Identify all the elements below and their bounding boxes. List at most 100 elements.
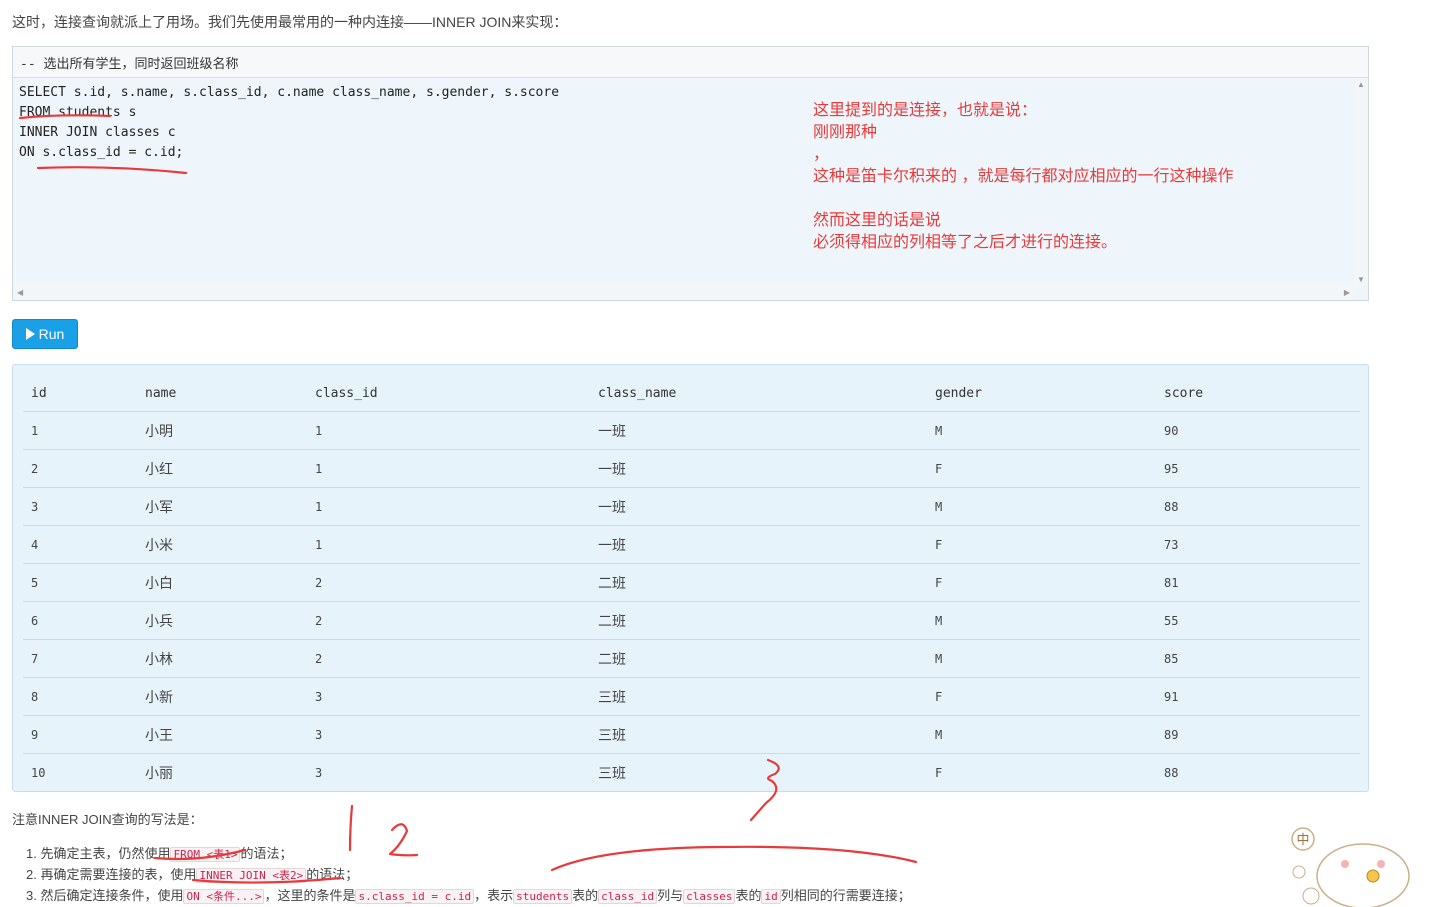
table-cell-name: 小丽 <box>137 753 307 792</box>
scroll-left-icon[interactable]: ◀ <box>17 288 23 297</box>
table-cell-id: 10 <box>23 753 137 792</box>
code-line: FROM students s <box>19 105 137 120</box>
list-text: 列与 <box>657 888 684 903</box>
scroll-down-icon[interactable]: ▼ <box>1357 275 1365 284</box>
table-cell-class_id: 2 <box>307 601 590 640</box>
table-cell-id: 8 <box>23 677 137 716</box>
code-line: INNER JOIN classes c <box>19 125 176 140</box>
list-text: 再确定需要连接的表，使用 <box>40 867 197 882</box>
run-button[interactable]: Run <box>12 319 78 349</box>
scroll-right-icon[interactable]: ▶ <box>1344 288 1350 297</box>
list-text: ，这里的条件是 <box>264 888 356 903</box>
table-cell-class_id: 2 <box>307 563 590 602</box>
table-row: 7 小林 2 二班 M 85 <box>23 639 1360 678</box>
inline-code: FROM <表1> <box>170 847 241 862</box>
code-area[interactable]: SELECT s.id, s.name, s.class_id, c.name … <box>19 83 559 163</box>
scroll-up-icon[interactable]: ▲ <box>1357 80 1365 89</box>
table-cell-class_name: 一班 <box>590 411 927 450</box>
run-button-label: Run <box>38 326 65 342</box>
table-cell-gender: M <box>927 487 1156 526</box>
table-cell-gender: F <box>927 677 1156 716</box>
inline-code: students <box>513 889 573 904</box>
table-cell-gender: F <box>927 563 1156 602</box>
list-text: 列相同的行需要连接； <box>780 888 911 903</box>
table-cell-id: 6 <box>23 601 137 640</box>
list-text: 表的 <box>572 888 599 903</box>
table-cell-gender: M <box>927 411 1156 450</box>
list-item: 3. 然后确定连接条件，使用 ON <条件...> ，这里的条件是 s.class_i… <box>26 885 911 906</box>
table-cell-class_name: 二班 <box>590 639 927 678</box>
table-row: 3 小军 1 一班 M 88 <box>23 487 1360 526</box>
list-text: 的语法； <box>240 846 293 861</box>
list-number: 3. <box>26 888 37 903</box>
table-cell-class_id: 3 <box>307 715 590 754</box>
vertical-scrollbar[interactable]: ▲ ▼ <box>1354 78 1368 286</box>
table-cell-gender: F <box>927 449 1156 488</box>
table-cell-class_id: 3 <box>307 753 590 792</box>
mascot-body <box>1316 843 1410 907</box>
lucky-cat-mascot[interactable]: 中 <box>1285 824 1415 907</box>
result-panel: id name class_id class_name gender score… <box>12 364 1369 792</box>
table-cell-class_name: 三班 <box>590 753 927 792</box>
table-cell-score: 91 <box>1156 677 1360 716</box>
table-cell-score: 89 <box>1156 715 1360 754</box>
table-cell-score: 88 <box>1156 753 1360 792</box>
table-cell-name: 小兵 <box>137 601 307 640</box>
table-cell-class_name: 二班 <box>590 601 927 640</box>
intro-paragraph: 这时，连接查询就派上了用场。我们先使用最常用的一种内连接——INNER JOIN… <box>12 14 568 30</box>
annotation-line: 然而这里的话是说 <box>813 212 942 229</box>
table-cell-id: 1 <box>23 411 137 450</box>
table-cell-name: 小红 <box>137 449 307 488</box>
column-header: id <box>23 375 137 412</box>
mascot-cheek-icon <box>1377 860 1385 868</box>
table-cell-id: 4 <box>23 525 137 564</box>
table-cell-class_name: 三班 <box>590 715 927 754</box>
table-row: 5 小白 2 二班 F 81 <box>23 563 1360 602</box>
table-cell-class_id: 2 <box>307 639 590 678</box>
table-cell-name: 小白 <box>137 563 307 602</box>
table-cell-class_id: 1 <box>307 449 590 488</box>
table-row: 2 小红 1 一班 F 95 <box>23 449 1360 488</box>
table-cell-name: 小新 <box>137 677 307 716</box>
table-cell-name: 小军 <box>137 487 307 526</box>
column-header: score <box>1156 375 1360 412</box>
table-row: 6 小兵 2 二班 M 55 <box>23 601 1360 640</box>
table-cell-class_name: 一班 <box>590 487 927 526</box>
table-cell-class_name: 二班 <box>590 563 927 602</box>
table-row: 10 小丽 3 三班 F 88 <box>23 753 1360 792</box>
annotation-line: 刚刚那种 <box>813 124 878 141</box>
annotation-line <box>813 188 1233 210</box>
result-table: id name class_id class_name gender score… <box>23 375 1360 792</box>
table-cell-name: 小王 <box>137 715 307 754</box>
table-cell-score: 55 <box>1156 601 1360 640</box>
table-cell-name: 小明 <box>137 411 307 450</box>
annotation-line: 必须得相应的列相等了之后才进行的连接。 <box>813 234 1118 251</box>
list-text: 表的 <box>735 888 762 903</box>
list-text: 的语法； <box>306 867 359 882</box>
table-cell-class_id: 3 <box>307 677 590 716</box>
table-cell-score: 90 <box>1156 411 1360 450</box>
table-row: 4 小米 1 一班 F 73 <box>23 525 1360 564</box>
mascot-flower-icon <box>1292 865 1306 879</box>
table-row: 8 小新 3 三班 F 91 <box>23 677 1360 716</box>
table-cell-gender: F <box>927 525 1156 564</box>
table-cell-class_id: 1 <box>307 411 590 450</box>
mascot-cheek-icon <box>1341 860 1349 868</box>
table-cell-name: 小米 <box>137 525 307 564</box>
column-header: class_id <box>307 375 590 412</box>
list-number: 1. <box>26 846 37 861</box>
inline-code: classes <box>683 889 736 904</box>
list-item: 1. 先确定主表，仍然使用 FROM <表1> 的语法； <box>26 843 911 864</box>
column-header: gender <box>927 375 1156 412</box>
editor-comment: -- 选出所有学生，同时返回班级名称 <box>13 47 1368 78</box>
steps-list: 1. 先确定主表，仍然使用 FROM <表1> 的语法； 2. 再确定需要连接的表，… <box>26 843 911 906</box>
table-cell-score: 81 <box>1156 563 1360 602</box>
horizontal-scrollbar[interactable]: ◀ ▶ <box>13 286 1354 300</box>
inline-code: ON <条件...> <box>183 889 265 904</box>
table-cell-class_id: 1 <box>307 487 590 526</box>
table-cell-class_name: 三班 <box>590 677 927 716</box>
table-cell-id: 2 <box>23 449 137 488</box>
code-line: ON s.class_id = c.id; <box>19 145 184 160</box>
column-header: class_name <box>590 375 927 412</box>
mascot-gear-icon <box>1302 887 1320 905</box>
